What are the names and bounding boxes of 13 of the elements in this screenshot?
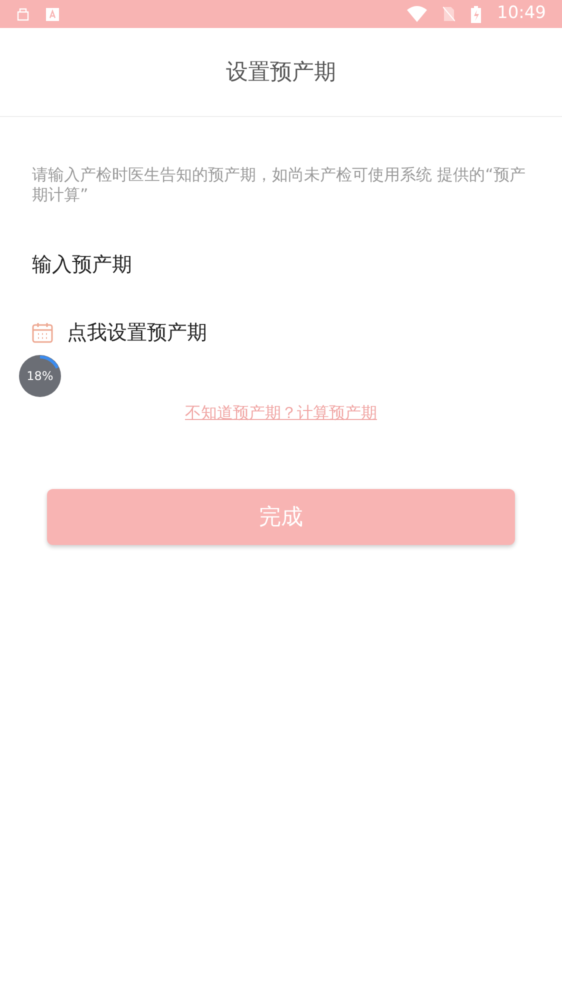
bag-icon (16, 7, 30, 21)
no-sim-icon (443, 6, 455, 22)
wifi-icon (407, 6, 427, 22)
progress-widget[interactable]: 18% (19, 355, 61, 397)
battery-icon (471, 6, 481, 22)
section-label: 输入预产期 (32, 251, 133, 278)
date-picker-field[interactable]: 点我设置预产期 (67, 317, 207, 347)
clock: 10:49 (497, 2, 546, 26)
hint-text: 请输入产检时医生告知的预产期，如尚未产检可使用系统 提供的“预产期计算” (32, 165, 526, 205)
calendar-icon (32, 322, 53, 342)
progress-reading: 18% (26, 368, 54, 385)
font-icon (46, 8, 59, 20)
page-title: 设置预产期 (226, 58, 336, 86)
